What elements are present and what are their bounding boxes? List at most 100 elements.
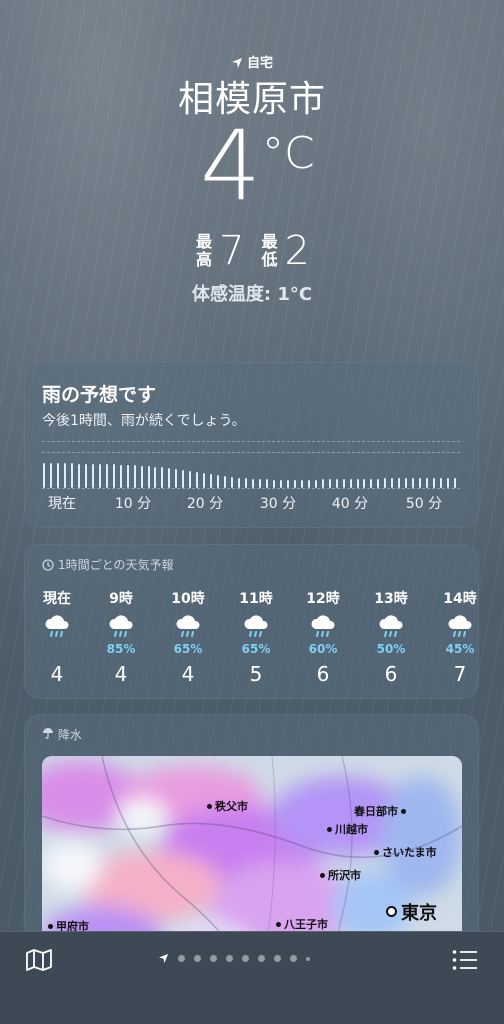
bottom-toolbar — [0, 931, 504, 1024]
location-list-button[interactable] — [452, 949, 478, 975]
precip-bar — [314, 479, 317, 488]
precip-bar — [440, 477, 443, 488]
map-button[interactable] — [26, 949, 52, 975]
hour-temperature: 4 — [114, 662, 128, 686]
precip-bar — [175, 469, 178, 488]
precip-bar — [161, 467, 164, 488]
page-indicator[interactable] — [158, 953, 310, 964]
rain-cloud-icon — [361, 614, 421, 642]
precip-bar — [252, 478, 254, 488]
low-value: 2 — [284, 228, 310, 274]
hour-temperature: 6 — [316, 662, 330, 686]
hour-label: 現在 — [43, 591, 71, 607]
hourly-header: 1時間ごとの天気予報 — [42, 556, 174, 573]
hourly-item: 13時 50% 6 — [361, 588, 421, 686]
precip-bar — [43, 463, 45, 488]
map-town: さいたま市 — [374, 844, 437, 860]
rain-cloud-icon — [158, 614, 218, 642]
page-dot — [178, 955, 185, 962]
hourly-item: 9時 85% 4 — [91, 588, 151, 686]
precip-bar — [293, 479, 296, 488]
map-town-tokyo: 東京 — [386, 899, 437, 925]
precip-intensity-bars — [42, 463, 460, 488]
precip-bar — [189, 471, 192, 488]
high-value: 7 — [219, 228, 245, 274]
hour-temperature: 4 — [50, 662, 64, 686]
hour-temperature: 4 — [181, 662, 195, 686]
precipitation-map[interactable]: 秩父市 春日部市 川越市 さいたま市 所沢市 東京 八王子市 甲府市 — [42, 756, 462, 954]
precip-probability: 85% — [106, 642, 136, 656]
precip-bar — [286, 479, 289, 488]
rain-cloud-icon — [91, 614, 151, 642]
precip-bar — [91, 463, 94, 488]
hour-label: 14時 — [443, 591, 477, 607]
precip-bar — [63, 463, 66, 488]
precip-bar — [258, 479, 261, 488]
precip-bar — [70, 463, 73, 488]
map-town: 春日部市 — [354, 803, 409, 819]
precip-bar — [196, 472, 199, 488]
hourly-item: 10時 65% 4 — [158, 588, 218, 686]
minute-label: 40 分 — [331, 496, 369, 512]
high-label: 最高 — [195, 232, 212, 269]
current-location-page-icon — [158, 953, 169, 964]
location-label: 自宅 — [246, 56, 273, 71]
list-icon — [452, 950, 477, 970]
precip-bar — [238, 477, 241, 488]
precip-bar — [231, 476, 234, 488]
precip-bar — [98, 464, 101, 488]
high-low: 最高 7 最低 2 — [195, 228, 320, 274]
precip-probability: 60% — [308, 642, 338, 656]
feels-like: 体感温度: 1°C — [191, 284, 313, 305]
clock-icon — [42, 559, 54, 571]
grid-line-bottom — [42, 488, 460, 489]
precip-map-label: 降水 — [57, 728, 82, 742]
precip-bar — [419, 478, 422, 488]
precip-bar — [356, 478, 359, 488]
page-dot — [226, 955, 233, 962]
precip-bar — [217, 475, 220, 488]
hour-label: 13時 — [374, 591, 408, 607]
precip-bar — [433, 477, 436, 488]
hour-label: 12時 — [306, 591, 340, 607]
precip-bar — [454, 477, 457, 488]
precip-bar — [405, 478, 408, 488]
minute-labels: 現在 10 分 20 分 30 分 40 分 50 分 — [42, 493, 460, 513]
precip-bar — [77, 463, 80, 488]
precip-bar — [328, 479, 331, 488]
precip-bar — [426, 477, 429, 488]
hourly-header-label: 1時間ごとの天気予報 — [58, 558, 174, 572]
precipitation-map-card[interactable]: 降水 秩父市 春日部市 川越市 さいたま市 所沢市 東京 八王子市 甲府市 — [24, 714, 479, 954]
precip-bar — [321, 479, 324, 488]
precip-bar — [398, 478, 401, 488]
minute-label: 20 分 — [186, 496, 224, 512]
precipitation-forecast-card[interactable]: 雨の予想です 今後1時間、雨が続くでしょう。 現在 10 分 20 分 30 分 40 … — [24, 362, 479, 528]
precip-bar — [49, 463, 52, 488]
precip-bar — [56, 463, 59, 488]
minute-label: 10 分 — [114, 496, 152, 512]
precip-title: 雨の予想です — [42, 384, 157, 406]
page-dot — [306, 956, 310, 961]
precip-bar — [224, 476, 227, 488]
rain-cloud-icon — [430, 614, 490, 642]
hour-label: 11時 — [239, 591, 273, 607]
precip-map-header: 降水 — [42, 726, 82, 743]
hour-temperature: 6 — [384, 662, 398, 686]
page-dot — [290, 955, 297, 962]
precip-bar — [342, 479, 345, 488]
precip-bar — [335, 479, 338, 488]
precip-bar — [300, 479, 303, 488]
rain-cloud-icon — [293, 614, 353, 642]
location-arrow-icon — [231, 58, 242, 68]
precip-bar — [391, 478, 394, 488]
hour-label: 10時 — [171, 591, 205, 607]
precip-bar — [126, 464, 129, 488]
precip-bar — [133, 465, 136, 488]
hourly-item: 11時 65% 5 — [226, 588, 286, 686]
precip-probability: 65% — [241, 642, 271, 656]
current-temperature: 4 — [200, 110, 262, 222]
hour-label: 9時 — [109, 591, 133, 607]
hourly-forecast-card[interactable]: 1時間ごとの天気予報 現在 4 9時 85% 4 10時 65% 4 11時 65% 5 12時 60%… — [24, 544, 479, 699]
precip-bar — [119, 464, 122, 488]
page-dot — [242, 955, 249, 962]
